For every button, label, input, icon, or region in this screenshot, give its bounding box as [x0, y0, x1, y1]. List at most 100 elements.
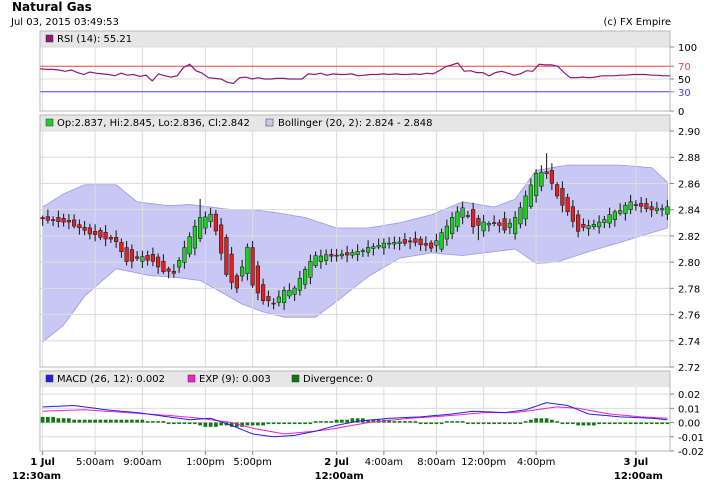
divergence-bar — [518, 422, 523, 425]
candle-body — [229, 253, 234, 283]
divergence-bar — [145, 421, 150, 423]
divergence-bar — [261, 422, 265, 426]
candle-body — [297, 277, 302, 291]
divergence-bar — [487, 422, 491, 425]
price-y-tick-label: 2.80 — [678, 258, 700, 269]
divergence-bar — [334, 419, 339, 423]
divergence-bar — [581, 422, 586, 426]
divergence-bar — [392, 421, 397, 423]
candle-body — [82, 227, 87, 231]
price-y-tick-label: 2.90 — [678, 127, 700, 138]
candle-body — [77, 224, 82, 228]
divergence-bar — [618, 422, 622, 425]
candle-body — [224, 237, 229, 275]
divergence-bar — [271, 422, 276, 425]
x-tick-sublabel: 12:30am — [12, 471, 61, 482]
divergence-bar — [124, 419, 129, 423]
divergence-bar — [77, 419, 82, 423]
divergence-bar — [534, 418, 538, 423]
divergence-bar — [655, 422, 659, 425]
macd-y-tick-label: 0.02 — [678, 390, 700, 401]
candle-body — [507, 222, 512, 228]
divergence-bar — [214, 422, 218, 427]
divergence-bar — [182, 422, 187, 425]
candle-body — [665, 206, 670, 215]
candle-body — [513, 217, 518, 235]
x-tick-label: 9:00am — [123, 457, 161, 468]
candle-body — [192, 225, 197, 249]
macd-y-tick-label: 0.00 — [678, 419, 700, 430]
divergence-bar — [298, 422, 302, 425]
divergence-bar — [403, 421, 407, 423]
candle-body — [618, 210, 623, 214]
bollinger-legend-label: Bollinger (20, 2): 2.824 - 2.848 — [278, 118, 432, 129]
price-y-tick-label: 2.72 — [678, 363, 700, 374]
candle-body — [108, 237, 113, 240]
candle-body — [534, 173, 539, 196]
candle-body — [240, 266, 245, 277]
divergence-bar — [219, 422, 223, 426]
divergence-bar — [93, 419, 97, 423]
divergence-bar — [523, 421, 528, 423]
divergence-bar — [156, 421, 160, 423]
candle-body — [502, 218, 507, 231]
candle-body — [329, 254, 334, 257]
bollinger-band — [42, 164, 668, 343]
divergence-bar — [203, 422, 208, 427]
candle-body — [492, 222, 497, 224]
rsi-y-tick-label: 50 — [678, 75, 691, 86]
chart-timestamp: Jul 03, 2015 03:49:53 — [10, 17, 119, 28]
price-y-tick-label: 2.76 — [678, 311, 700, 322]
candle-body — [434, 240, 439, 246]
divergence-bar — [119, 419, 124, 423]
divergence-bar — [355, 418, 360, 423]
divergence-bar — [644, 422, 649, 425]
divergence-bar — [303, 422, 307, 425]
candle-body — [660, 208, 665, 211]
candle-body — [607, 214, 612, 224]
divergence-bar — [161, 421, 166, 423]
candle-body — [387, 242, 392, 245]
price-y-tick-label: 2.88 — [678, 153, 700, 164]
candle-body — [276, 296, 281, 303]
divergence-bar — [51, 416, 55, 423]
divergence-bar — [639, 422, 643, 425]
candle-body — [418, 238, 423, 246]
divergence-bar — [513, 422, 517, 425]
macd-panel: MACD (26, 12): 0.002 EXP (9): 0.003 Dive… — [39, 370, 704, 458]
divergence-bar — [72, 419, 76, 423]
candle-body — [271, 302, 276, 305]
candle-body — [360, 250, 365, 252]
rsi-legend-bar — [40, 31, 670, 47]
x-tick-sublabel: 12:00am — [315, 471, 364, 482]
divergence-bar — [508, 422, 512, 425]
divergence-bar — [602, 422, 607, 425]
candle-body — [644, 203, 649, 210]
macd-y-tick-label: -0.01 — [678, 433, 704, 444]
exp-legend-label: EXP (9): 0.003 — [199, 374, 271, 385]
divergence-bar — [613, 422, 617, 425]
divergence-bar — [576, 422, 580, 426]
candle-body — [292, 287, 297, 295]
divergence-bar — [634, 422, 638, 425]
divergence-bar — [151, 421, 155, 423]
candle-body — [465, 215, 470, 217]
candle-body — [633, 204, 638, 206]
divergence-bar — [287, 422, 292, 425]
candle-body — [40, 217, 45, 220]
candle-body — [282, 290, 287, 304]
divergence-bar — [313, 421, 318, 423]
divergence-bar — [445, 421, 449, 423]
candle-body — [72, 219, 77, 227]
candle-body — [549, 170, 554, 184]
candle-body — [187, 236, 192, 255]
candle-body — [628, 201, 633, 210]
divergence-bar — [607, 422, 612, 425]
candle-body — [129, 249, 134, 262]
candle-body — [423, 243, 428, 246]
candle-body — [544, 171, 549, 174]
divergence-bar — [413, 421, 418, 423]
candle-body — [581, 224, 586, 228]
divergence-bar — [565, 422, 570, 425]
divergence-bar — [555, 421, 559, 423]
